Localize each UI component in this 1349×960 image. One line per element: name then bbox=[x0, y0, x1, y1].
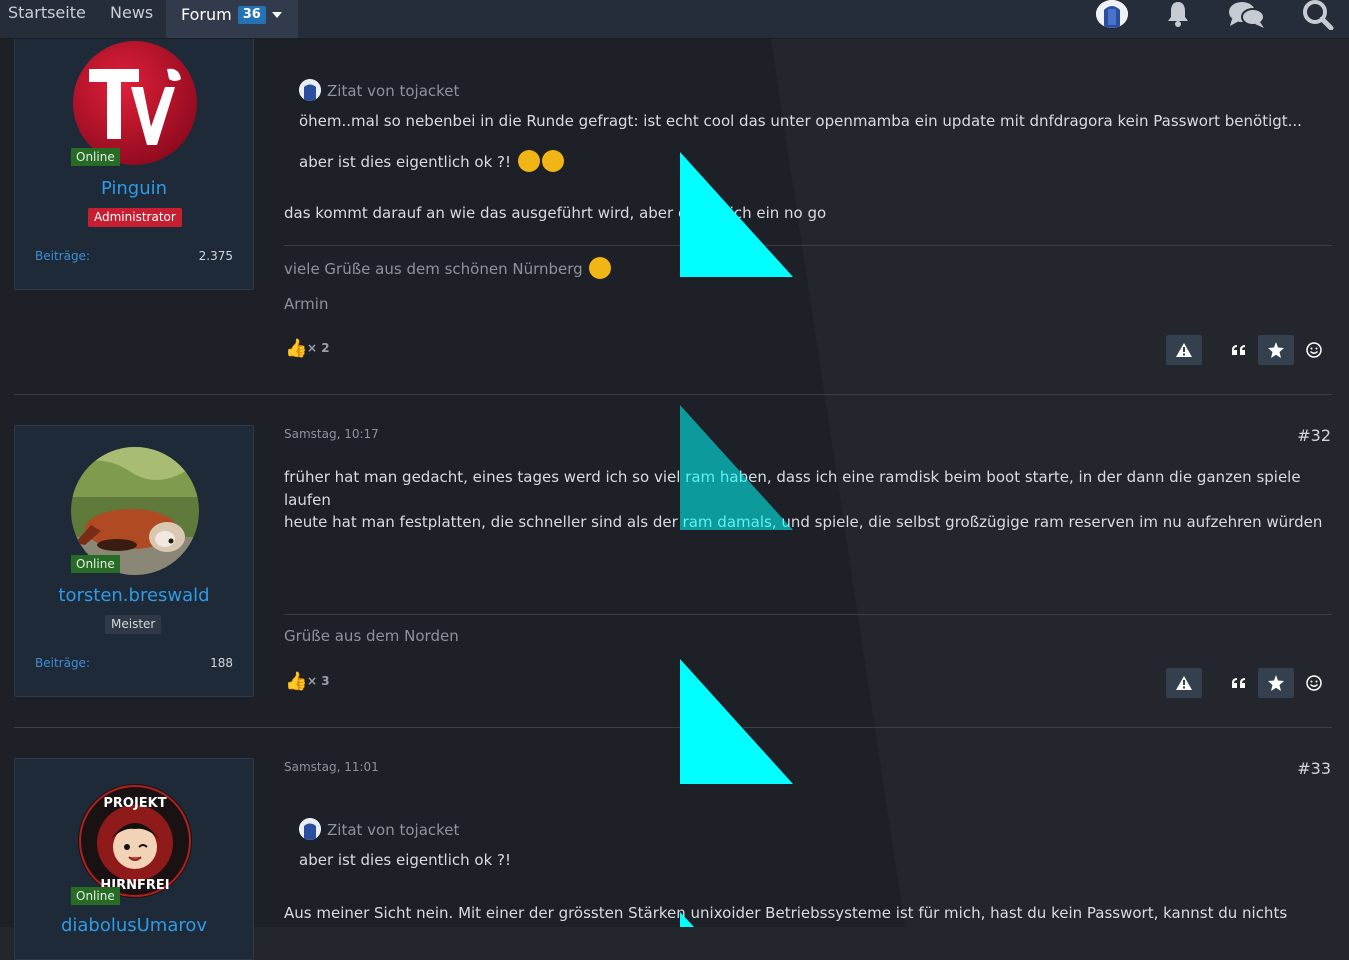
username-link[interactable]: torsten.breswald bbox=[15, 585, 253, 606]
username-link[interactable]: diabolusUmarov bbox=[15, 915, 253, 936]
quote-header: Zitat von tojacket bbox=[299, 818, 459, 840]
wink-emoji-icon bbox=[541, 150, 564, 172]
posts-count-label[interactable]: Beiträge: bbox=[35, 656, 90, 670]
post-author-sidebar: Online Pinguin Administrator Beiträge: 2… bbox=[14, 30, 254, 290]
signature-divider bbox=[284, 245, 1332, 246]
post-number-link[interactable]: #33 bbox=[1297, 759, 1331, 778]
quote-author-avatar[interactable] bbox=[299, 79, 321, 101]
quote-author-link[interactable]: Zitat von tojacket bbox=[327, 82, 459, 100]
thumbs-up-icon[interactable]: 👍 bbox=[285, 338, 307, 359]
user-avatar-icon[interactable] bbox=[1096, 0, 1128, 28]
reaction-count[interactable]: × 2 bbox=[307, 341, 330, 355]
user-rank-badge: Meister bbox=[105, 615, 162, 634]
signature-text: Grüße aus dem Norden bbox=[284, 627, 459, 645]
post-body: Aus meiner Sicht nein. Mit einer der grö… bbox=[284, 904, 1288, 922]
avatar-logo-text: PROJEKT bbox=[103, 796, 166, 811]
signature-text: viele Grüße aus dem schönen Nürnberg bbox=[284, 260, 583, 278]
report-button[interactable] bbox=[1166, 668, 1202, 698]
posts-count-value: 188 bbox=[210, 656, 233, 670]
post-author-sidebar: Online torsten.breswald Meister Beiträge… bbox=[14, 425, 254, 697]
online-status-badge: Online bbox=[71, 148, 120, 166]
report-button[interactable] bbox=[1166, 335, 1202, 365]
post-body: früher hat man gedacht, eines tages werd… bbox=[284, 468, 1301, 486]
nav-forum-label: Forum bbox=[181, 5, 232, 24]
post-date-link[interactable]: Samstag, 11:01 bbox=[284, 760, 379, 774]
online-status-badge: Online bbox=[71, 555, 120, 573]
post-divider bbox=[14, 727, 1332, 728]
post-date-link[interactable]: Samstag, 10:17 bbox=[284, 427, 379, 441]
search-icon[interactable] bbox=[1302, 0, 1334, 34]
bookmark-star-button[interactable] bbox=[1258, 335, 1294, 365]
post-number-link[interactable]: #32 bbox=[1297, 426, 1331, 445]
signature-divider bbox=[284, 614, 1332, 615]
quote-button[interactable] bbox=[1221, 335, 1257, 365]
thumbs-up-icon[interactable]: 👍 bbox=[285, 671, 307, 692]
thinking-emoji-icon bbox=[517, 150, 540, 172]
chevron-down-icon bbox=[271, 0, 282, 26]
conversations-icon[interactable] bbox=[1228, 0, 1266, 32]
quote-text: öhem..mal so nebenbei in die Runde gefra… bbox=[299, 112, 1302, 130]
quote-header: Zitat von tojacket bbox=[299, 79, 459, 101]
quote-button[interactable] bbox=[1221, 668, 1257, 698]
quote-author-link[interactable]: Zitat von tojacket bbox=[327, 821, 459, 839]
posts-count-value: 2.375 bbox=[198, 249, 233, 263]
signature-name: Armin bbox=[284, 295, 329, 313]
wink-emoji-icon bbox=[589, 257, 612, 279]
avatar[interactable]: PROJEKT HIRNFREI bbox=[71, 777, 199, 905]
add-reaction-button[interactable] bbox=[1296, 668, 1332, 698]
reaction-count[interactable]: × 3 bbox=[307, 674, 330, 688]
bell-icon[interactable] bbox=[1164, 0, 1192, 32]
nav-startseite[interactable]: Startseite bbox=[8, 0, 86, 38]
signature: viele Grüße aus dem schönen Nürnberg bbox=[284, 257, 612, 279]
quote-text-line: aber ist dies eigentlich ok ?! bbox=[299, 153, 512, 171]
forum-unread-badge: 36 bbox=[237, 6, 266, 24]
nav-forum[interactable]: Forum 36 bbox=[166, 0, 298, 38]
nav-news[interactable]: News bbox=[110, 0, 153, 38]
quote-text: aber ist dies eigentlich ok ?! bbox=[299, 851, 512, 869]
quote-author-avatar[interactable] bbox=[299, 818, 321, 840]
online-status-badge: Online bbox=[71, 887, 120, 905]
bookmark-star-button[interactable] bbox=[1258, 668, 1294, 698]
top-navigation: Startseite News Forum 36 bbox=[0, 0, 1349, 39]
quote-text: aber ist dies eigentlich ok ?! bbox=[299, 150, 564, 172]
post-divider bbox=[14, 394, 1332, 395]
post-author-sidebar: PROJEKT HIRNFREI Online diabolusUmarov bbox=[14, 758, 254, 960]
post-body: das kommt darauf an wie das ausgeführt w… bbox=[284, 204, 827, 222]
username-link[interactable]: Pinguin bbox=[15, 178, 253, 199]
post-body: heute hat man festplatten, die schneller… bbox=[284, 513, 1323, 531]
post-body: laufen bbox=[284, 491, 331, 509]
posts-count-label[interactable]: Beiträge: bbox=[35, 249, 90, 263]
user-rank-badge: Administrator bbox=[88, 208, 182, 227]
add-reaction-button[interactable] bbox=[1296, 335, 1332, 365]
